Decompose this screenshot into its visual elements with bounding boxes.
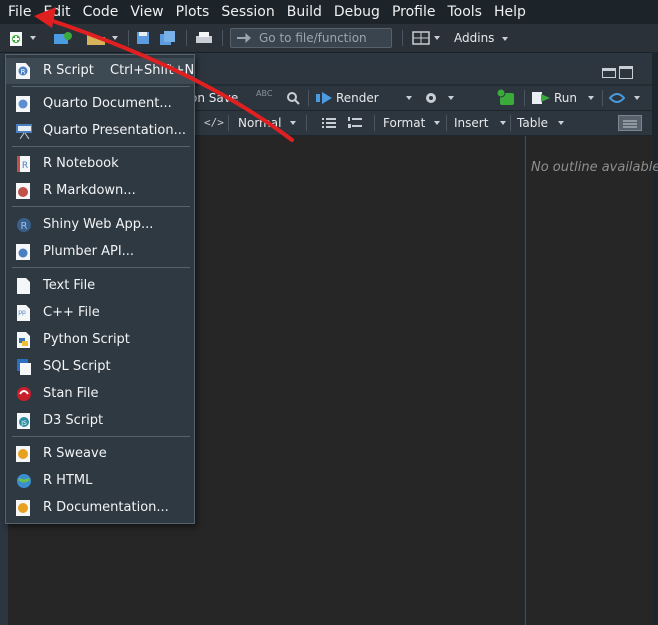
annotation-arrow (34, 7, 294, 142)
